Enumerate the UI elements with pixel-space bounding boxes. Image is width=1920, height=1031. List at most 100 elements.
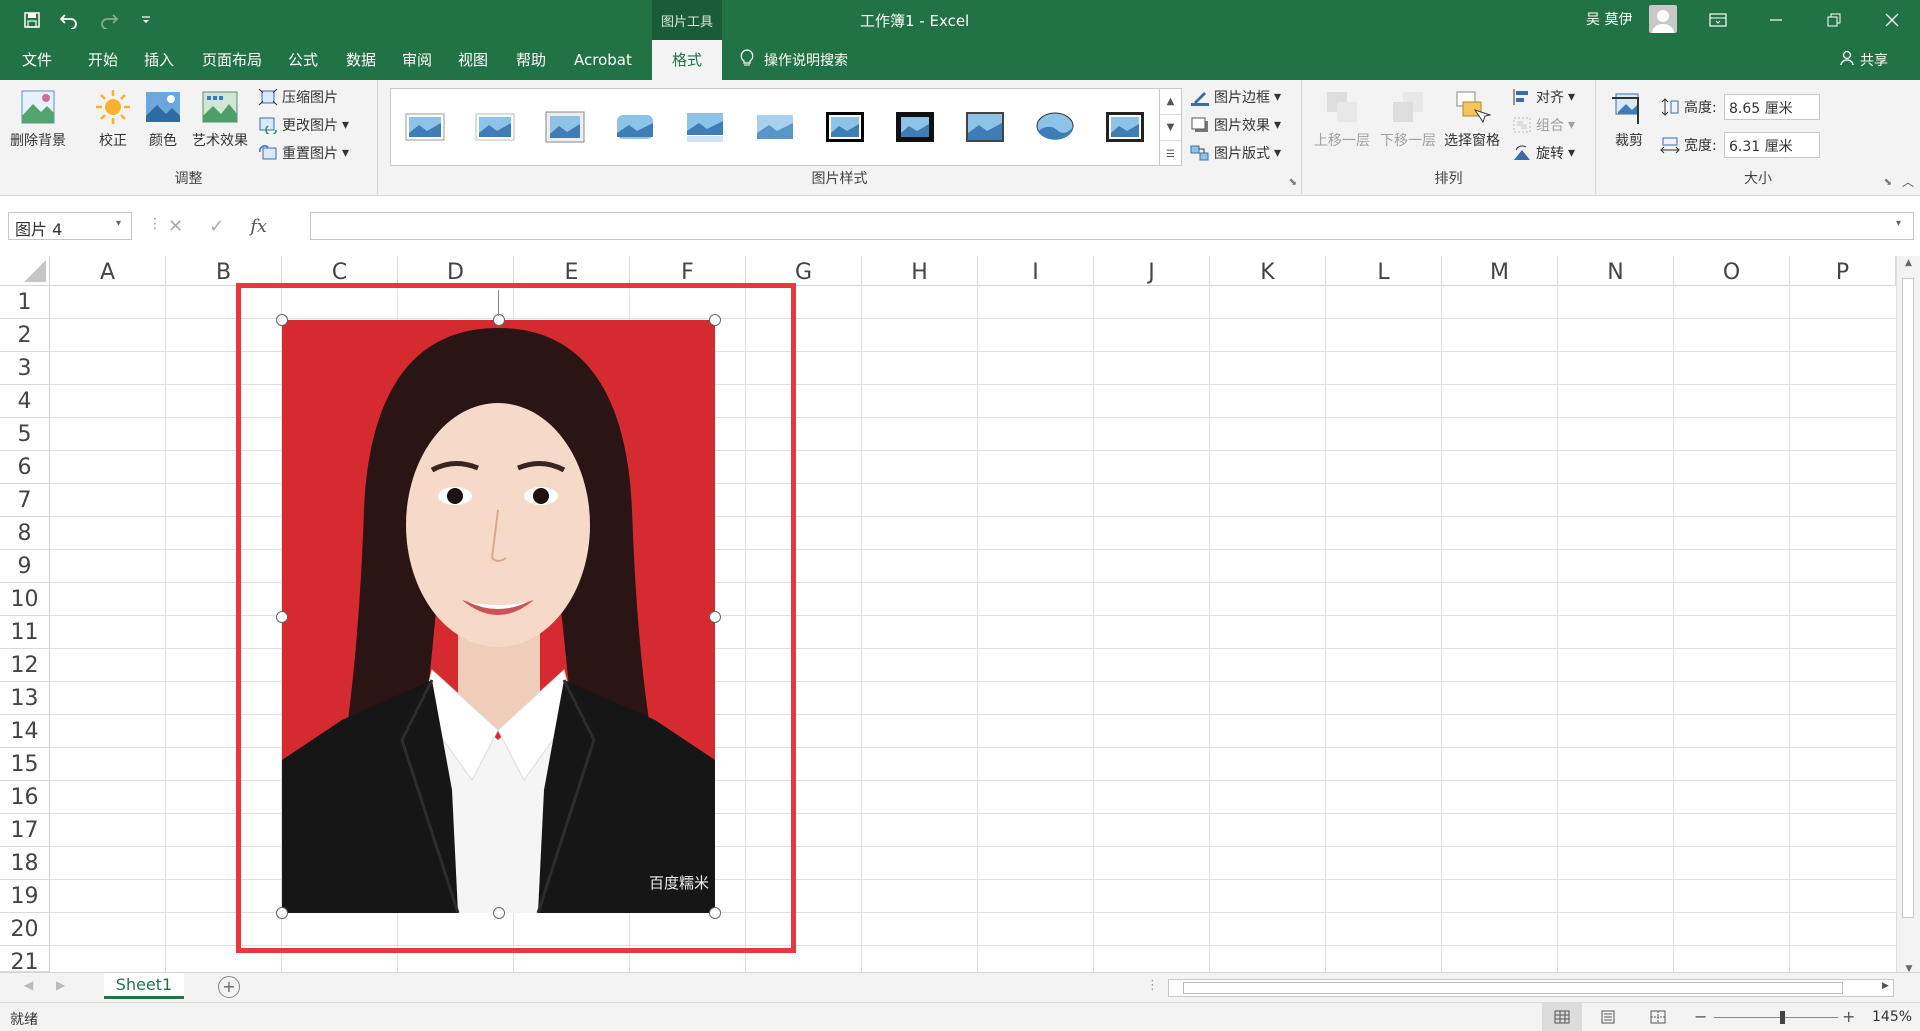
picture-effects-button[interactable]: 图片效果 ▾: [1190, 114, 1281, 136]
tab-help[interactable]: 帮助: [516, 40, 546, 80]
column-header[interactable]: I: [978, 256, 1094, 286]
row-header[interactable]: 15: [0, 748, 50, 781]
zoom-slider[interactable]: [1714, 1017, 1838, 1018]
change-picture-button[interactable]: 更改图片 ▾: [258, 114, 349, 136]
row-header[interactable]: 16: [0, 781, 50, 814]
style-thumb-7[interactable]: [825, 111, 865, 143]
vertical-scrollbar[interactable]: ▲ ▼: [1896, 256, 1920, 976]
horizontal-scroll-thumb[interactable]: [1183, 982, 1843, 994]
artistic-effects-button[interactable]: 艺术效果: [192, 88, 248, 150]
row-header[interactable]: 19: [0, 880, 50, 913]
gallery-more-icon[interactable]: ☰: [1160, 141, 1181, 167]
column-header[interactable]: G: [746, 256, 862, 286]
zoom-slider-thumb[interactable]: [1780, 1011, 1785, 1024]
normal-view-icon[interactable]: [1542, 1003, 1582, 1031]
row-header[interactable]: 21: [0, 946, 50, 972]
picture-layout-button[interactable]: 图片版式 ▾: [1190, 142, 1281, 164]
column-header[interactable]: D: [398, 256, 514, 286]
corrections-button[interactable]: 校正: [94, 88, 132, 150]
vertical-scroll-thumb[interactable]: [1902, 278, 1914, 918]
column-header[interactable]: L: [1326, 256, 1442, 286]
name-box-dropdown-icon[interactable]: ▾: [116, 218, 121, 229]
column-header[interactable]: K: [1210, 256, 1326, 286]
reset-picture-button[interactable]: 重置图片 ▾: [258, 142, 349, 164]
bring-forward-button[interactable]: 上移一层: [1314, 88, 1370, 150]
redo-icon[interactable]: [96, 8, 120, 32]
style-thumb-10[interactable]: [1035, 111, 1075, 143]
column-header[interactable]: F: [630, 256, 746, 286]
minimize-icon[interactable]: [1764, 8, 1788, 32]
tab-format[interactable]: 格式: [652, 40, 722, 80]
style-thumb-1[interactable]: [405, 111, 445, 143]
style-thumb-9[interactable]: [965, 111, 1005, 143]
tell-me-search[interactable]: 操作说明搜索: [740, 40, 848, 80]
crop-button[interactable]: 裁剪: [1610, 88, 1648, 150]
row-header[interactable]: 6: [0, 451, 50, 484]
page-layout-view-icon[interactable]: [1600, 1010, 1616, 1028]
gallery-up-icon[interactable]: ▲: [1160, 89, 1181, 115]
row-header[interactable]: 1: [0, 286, 50, 319]
tab-view[interactable]: 视图: [458, 40, 488, 80]
expand-formula-icon[interactable]: ▾: [1896, 218, 1901, 229]
row-header[interactable]: 7: [0, 484, 50, 517]
sheet-tab-sheet1[interactable]: Sheet1: [104, 973, 184, 999]
tab-file[interactable]: 文件: [22, 40, 52, 80]
color-button[interactable]: 颜色: [144, 88, 182, 150]
collapse-ribbon-icon[interactable]: ︿: [1902, 173, 1914, 190]
row-header[interactable]: 4: [0, 385, 50, 418]
tab-page-layout[interactable]: 页面布局: [202, 40, 262, 80]
rotate-button[interactable]: 旋转 ▾: [1512, 142, 1575, 164]
column-header[interactable]: A: [50, 256, 166, 286]
column-header[interactable]: B: [166, 256, 282, 286]
column-header[interactable]: E: [514, 256, 630, 286]
column-header[interactable]: J: [1094, 256, 1210, 286]
tab-review[interactable]: 审阅: [402, 40, 432, 80]
row-header[interactable]: 20: [0, 913, 50, 946]
row-header[interactable]: 3: [0, 352, 50, 385]
row-header[interactable]: 11: [0, 616, 50, 649]
height-input[interactable]: 8.65 厘米: [1724, 94, 1820, 120]
row-header[interactable]: 5: [0, 418, 50, 451]
ribbon-display-options-icon[interactable]: [1706, 8, 1730, 32]
compress-pictures-button[interactable]: 压缩图片: [258, 86, 338, 108]
undo-icon[interactable]: [58, 8, 82, 32]
style-thumb-5[interactable]: [685, 111, 725, 143]
selection-pane-button[interactable]: 选择窗格: [1444, 88, 1500, 150]
enter-icon[interactable]: ✓: [209, 216, 224, 237]
tab-split-icon[interactable]: ⋮: [1146, 978, 1159, 993]
send-backward-button[interactable]: 下移一层: [1380, 88, 1436, 150]
tab-acrobat[interactable]: Acrobat: [574, 40, 632, 80]
tab-data[interactable]: 数据: [346, 40, 376, 80]
style-thumb-6[interactable]: [755, 111, 795, 143]
picture-styles-gallery[interactable]: [390, 88, 1160, 166]
row-header[interactable]: 8: [0, 517, 50, 550]
close-icon[interactable]: [1880, 8, 1904, 32]
style-thumb-8[interactable]: [895, 111, 935, 143]
style-thumb-11[interactable]: [1105, 111, 1145, 143]
user-name[interactable]: 吴 莫伊: [1586, 9, 1632, 29]
style-thumb-2[interactable]: [475, 111, 515, 143]
column-header[interactable]: O: [1674, 256, 1790, 286]
name-box[interactable]: 图片 4: [8, 212, 132, 240]
tab-formulas[interactable]: 公式: [288, 40, 318, 80]
tab-home[interactable]: 开始: [88, 40, 118, 80]
remove-background-button[interactable]: 删除背景: [10, 88, 66, 150]
picture-border-button[interactable]: 图片边框 ▾: [1190, 86, 1281, 108]
add-sheet-icon[interactable]: +: [218, 976, 240, 998]
prev-sheet-icon[interactable]: ◀: [24, 978, 33, 992]
formula-input[interactable]: [310, 212, 1914, 240]
row-header[interactable]: 10: [0, 583, 50, 616]
column-header[interactable]: N: [1558, 256, 1674, 286]
column-header[interactable]: P: [1790, 256, 1896, 286]
insert-function-icon[interactable]: fx: [250, 216, 267, 237]
align-button[interactable]: 对齐 ▾: [1512, 86, 1575, 108]
zoom-out-icon[interactable]: −: [1694, 1007, 1707, 1026]
row-header[interactable]: 12: [0, 649, 50, 682]
zoom-level[interactable]: 145%: [1872, 1009, 1912, 1025]
zoom-in-icon[interactable]: +: [1842, 1007, 1855, 1026]
horizontal-scrollbar[interactable]: [1168, 979, 1894, 997]
restore-icon[interactable]: [1822, 8, 1846, 32]
save-icon[interactable]: [20, 8, 44, 32]
style-thumb-3[interactable]: [545, 111, 585, 143]
page-break-view-icon[interactable]: [1650, 1010, 1666, 1028]
